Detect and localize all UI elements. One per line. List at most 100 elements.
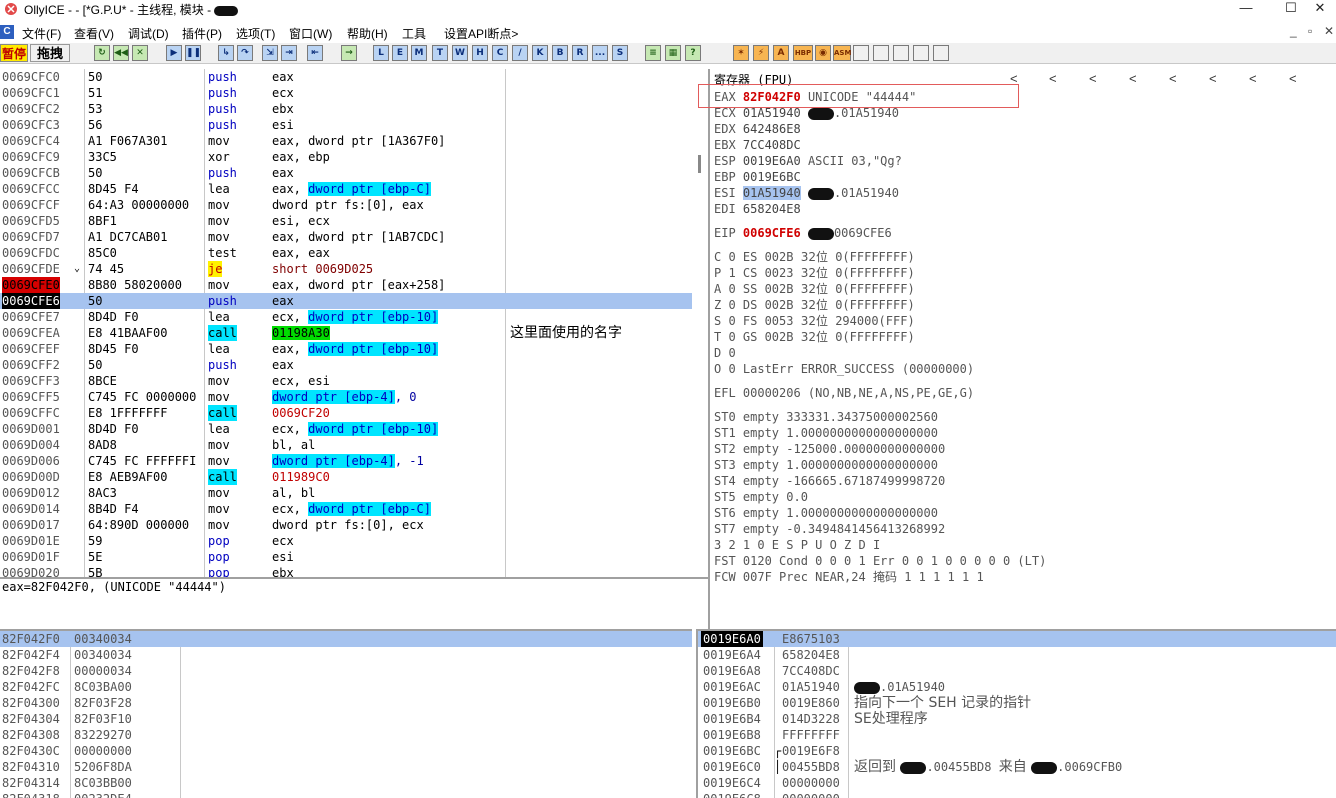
scroll-left-arrow[interactable]: < [1129,71,1137,86]
instruction-address[interactable]: 0069CFF3 [2,373,60,389]
disasm-row[interactable]: 0069D014 8B4D F4 mov ecx, dword ptr [ebp-C] [0,501,692,517]
instruction-address[interactable]: 0069D001 [2,421,60,437]
dump-address[interactable]: 82F04314 [2,775,60,791]
instruction-address[interactable]: 0069CFFC [2,405,60,421]
plugin-bug-icon[interactable]: ✶ [733,45,749,61]
menu-tools[interactable]: 工具 [402,25,426,42]
stack-row[interactable]: 0019E6A8 7CC408DC [698,663,1336,679]
menu-options[interactable]: 选项(T) [236,25,275,42]
call-target[interactable]: 011989C0 [272,470,330,484]
empty-slot-2-icon[interactable] [873,45,889,61]
instruction-address[interactable]: 0069CFF2 [2,357,60,373]
disasm-row[interactable]: 0069CFCC 8D45 F4 lea eax, dword ptr [ebp-C] [0,181,692,197]
stack-row[interactable]: 0019E6B4 014D3228 SE处理程序 [698,711,1336,727]
instruction-address[interactable]: 0069CFDE [2,261,60,277]
instruction-address[interactable]: 0069CFCB [2,165,60,181]
plugin-font-icon[interactable]: A [773,45,789,61]
menu-plugins[interactable]: 插件(P) [182,25,222,42]
toolbar-button-memory[interactable]: M [411,45,427,61]
disasm-row[interactable]: 0069D00D E8 AEB9AF00 call 011989C0 [0,469,692,485]
toolbar-button-patches[interactable]: / [512,45,528,61]
stack-row[interactable]: 0019E6A0 E8675103 [698,631,1336,647]
disasm-row[interactable]: 0069D006 C745 FC FFFFFFI mov dword ptr [ebp… [0,453,692,469]
disasm-row[interactable]: 0069D012 8AC3 mov al, bl [0,485,692,501]
disasm-row[interactable]: 0069CFDC 85C0 test eax, eax [0,245,692,261]
disasm-row[interactable]: 0069D001 8D4D F0 lea ecx, dword ptr [ebp-10… [0,421,692,437]
dump-row[interactable]: 82F04308 83229270 [0,727,692,743]
close-debuggee-icon[interactable]: ✕ [132,45,148,61]
help-icon[interactable]: ? [685,45,701,61]
disasm-row[interactable]: 0069D01E 59 pop ecx [0,533,692,549]
instruction-address[interactable]: 0069CFEF [2,341,60,357]
dump-row[interactable]: 82F042F8 00000034 [0,663,692,679]
disasm-row[interactable]: 0069CFC2 53 push ebx [0,101,692,117]
instruction-address[interactable]: 0069CFF5 [2,389,60,405]
stack-address[interactable]: 0019E6A4 [703,647,761,663]
stack-address[interactable]: 0019E6BC [703,743,761,759]
stack-address[interactable]: 0019E6C0 [703,759,761,775]
dump-row[interactable]: 82F042F0 00340034 [0,631,692,647]
instruction-address[interactable]: 0069D020 [2,565,60,577]
run-icon[interactable]: ▶ [166,45,182,61]
mdi-close-button[interactable]: ✕ [1324,24,1334,38]
instruction-address[interactable]: 0069CFCF [2,197,60,213]
instruction-address[interactable]: 0069CFD5 [2,213,60,229]
disasm-row[interactable]: 0069CFFC E8 1FFFFFFF call 0069CF20 [0,405,692,421]
cpu-window-icon[interactable]: C [0,25,14,39]
disasm-row[interactable]: 0069CFEF 8D45 F0 lea eax, dword ptr [ebp-10… [0,341,692,357]
disasm-row[interactable]: 0069CFC3 56 push esi [0,117,692,133]
instruction-address[interactable]: 0069D01E [2,533,60,549]
disasm-row[interactable]: 0069CFF5 C745 FC 0000000 mov dword ptr [ebp… [0,389,692,405]
dump-row[interactable]: 82F042F4 00340034 [0,647,692,663]
dump-address[interactable]: 82F042F8 [2,663,60,679]
disasm-row[interactable]: 0069CFC4 A1 F067A301 mov eax, dword ptr [1A… [0,133,692,149]
instruction-address[interactable]: 0069D00D [2,469,60,485]
disasm-row[interactable]: 0069CFF2 50 push eax [0,357,692,373]
empty-slot-3-icon[interactable] [893,45,909,61]
dump-address[interactable]: 82F04308 [2,727,60,743]
dump-row[interactable]: 82F04318 00232DE4 [0,791,692,798]
stack-row[interactable]: 0019E6AC 01A51940 .01A51940 [698,679,1336,695]
stack-address[interactable]: 0019E6A0 [701,631,763,647]
register-value[interactable]: 642486E8 [743,122,801,136]
disasm-row[interactable]: 0069D020 5B pop ebx [0,565,692,577]
instruction-address[interactable]: 0069D014 [2,501,60,517]
step-into-icon[interactable]: ↳ [218,45,234,61]
step-over-icon[interactable]: ↷ [237,45,253,61]
instruction-address[interactable]: 0069CFE6 [2,293,60,309]
register-value[interactable]: 7CC408DC [743,138,801,152]
scroll-left-arrow[interactable]: < [1089,71,1097,86]
trace-into-icon[interactable]: ⇲ [262,45,278,61]
dump-address[interactable]: 82F042F4 [2,647,60,663]
dump-row[interactable]: 82F04300 82F03F28 [0,695,692,711]
instruction-address[interactable]: 0069CFC9 [2,149,60,165]
register-value[interactable]: 0019E6BC [743,170,801,184]
disasm-row[interactable]: 0069CFD5 8BF1 mov esi, ecx [0,213,692,229]
stack-row[interactable]: 0019E6B0 0019E860 指向下一个 SEH 记录的指针 [698,695,1336,711]
disasm-row[interactable]: 0069CFC9 33C5 xor eax, ebp [0,149,692,165]
stack-address[interactable]: 0019E6C4 [703,775,761,791]
memory-dump-pane[interactable]: 82F042F0 00340034 82F042F4 00340034 82F042F8… [0,629,692,798]
menu-help[interactable]: 帮助(H) [347,25,388,42]
dump-row[interactable]: 82F04314 8C03BB00 [0,775,692,791]
disasm-row[interactable]: 0069CFC0 50 push eax [0,69,692,85]
toolbar-button-threads[interactable]: T [432,45,448,61]
instruction-address[interactable]: 0069CFD7 [2,229,60,245]
menu-view[interactable]: 查看(V) [74,25,114,42]
stack-address[interactable]: 0019E6C8 [703,791,761,798]
register-value[interactable]: 01A51940 [743,106,801,120]
register-value[interactable]: 0019E6A0 [743,154,801,168]
toolbar-button-callstack[interactable]: K [532,45,548,61]
stack-row[interactable]: 0019E6C0 00455BD8 返回到 .00455BD8 来自 .0069CF… [698,759,1336,775]
flag-value[interactable]: T 0 [714,330,743,344]
pane-divider[interactable] [708,69,710,629]
disasm-row[interactable]: 0069D004 8AD8 mov bl, al [0,437,692,453]
instruction-address[interactable]: 0069CFC4 [2,133,60,149]
stack-row[interactable]: 0019E6A4 658204E8 [698,647,1336,663]
asm-button[interactable]: ASM [833,45,851,61]
flag-value[interactable]: C 0 [714,250,743,264]
scroll-left-arrow[interactable]: < [1049,71,1057,86]
stack-address[interactable]: 0019E6B4 [703,711,761,727]
plugin-flash-icon[interactable]: ⚡ [753,45,769,61]
list-icon[interactable]: ≡ [645,45,661,61]
